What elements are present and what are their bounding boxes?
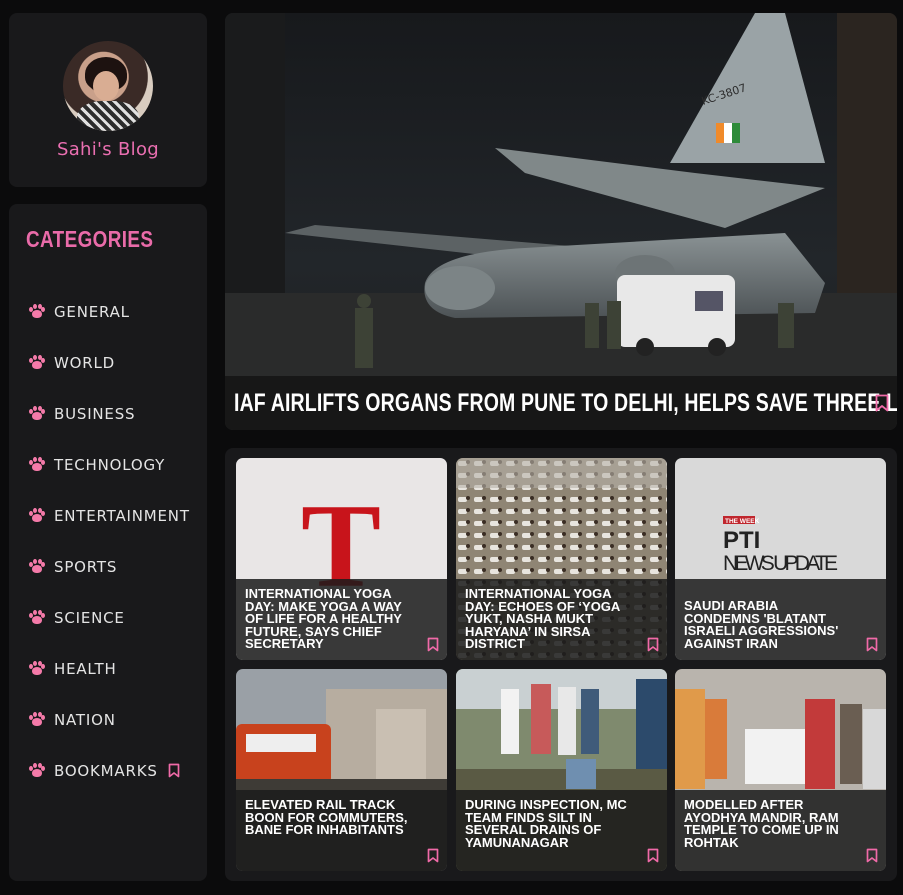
sidebar-item-general[interactable]: GENERAL <box>9 286 207 337</box>
sidebar-item-label: NATION <box>54 710 116 729</box>
article-caption: INTERNATIONAL YOGA DAY: ECHOES OF ‘YOGA … <box>456 579 667 660</box>
article-card[interactable]: THE WEEK PTI NEWS UPDATE SAUDI ARABIA CO… <box>675 458 886 660</box>
article-title: MODELLED AFTER AYODHYA MANDIR, RAM TEMPL… <box>684 797 839 850</box>
paw-icon <box>28 763 45 778</box>
sidebar-item-health[interactable]: HEALTH <box>9 643 207 694</box>
sidebar-item-label: SCIENCE <box>54 608 125 627</box>
sidebar-item-label: BOOKMARKS <box>54 761 158 780</box>
sidebar-item-sports[interactable]: SPORTS <box>9 541 207 592</box>
sidebar-item-label: HEALTH <box>54 659 117 678</box>
bookmark-icon[interactable] <box>427 848 439 863</box>
article-card[interactable]: ELEVATED RAIL TRACK BOON FOR COMMUTERS, … <box>236 669 447 871</box>
paw-icon <box>28 304 45 319</box>
article-caption: INTERNATIONAL YOGA DAY: MAKE YOGA A WAY … <box>236 579 447 660</box>
sidebar-item-nation[interactable]: NATION <box>9 694 207 745</box>
bookmark-icon[interactable] <box>647 637 659 652</box>
bookmark-icon[interactable] <box>866 848 878 863</box>
article-caption: ELEVATED RAIL TRACK BOON FOR COMMUTERS, … <box>236 790 447 871</box>
avatar-body <box>77 101 139 131</box>
thumbnail-subtitle: NEWS UPDATE <box>723 552 838 575</box>
categories-title: CATEGORIES <box>26 226 154 252</box>
sidebar-item-entertainment[interactable]: ENTERTAINMENT <box>9 490 207 541</box>
article-caption: MODELLED AFTER AYODHYA MANDIR, RAM TEMPL… <box>675 790 886 871</box>
bookmark-icon[interactable] <box>427 637 439 652</box>
sidebar-item-business[interactable]: BUSINESS <box>9 388 207 439</box>
sidebar-item-technology[interactable]: TECHNOLOGY <box>9 439 207 490</box>
sidebar-item-label: BUSINESS <box>54 404 136 423</box>
article-caption: DURING INSPECTION, MC TEAM FINDS SILT IN… <box>456 790 667 871</box>
article-grid: T INTERNATIONAL YOGA DAY: MAKE YOGA A WA… <box>225 448 897 881</box>
bookmark-icon[interactable] <box>866 637 878 652</box>
paw-icon <box>28 712 45 727</box>
article-caption: SAUDI ARABIA CONDEMNS 'BLATANT ISRAELI A… <box>675 579 886 660</box>
categories-panel: CATEGORIES GENERAL WORLD BUSINESS TECHNO… <box>9 204 207 881</box>
article-title: ELEVATED RAIL TRACK BOON FOR COMMUTERS, … <box>245 797 408 838</box>
sidebar-item-bookmarks[interactable]: BOOKMARKS <box>9 745 207 796</box>
sidebar-item-label: GENERAL <box>54 302 130 321</box>
thumbnail-label: PTI <box>723 527 760 554</box>
sidebar-item-science[interactable]: SCIENCE <box>9 592 207 643</box>
sidebar-item-label: SPORTS <box>54 557 118 576</box>
avatar[interactable] <box>63 41 153 131</box>
article-card[interactable]: DURING INSPECTION, MC TEAM FINDS SILT IN… <box>456 669 667 871</box>
paw-icon <box>28 406 45 421</box>
article-title: INTERNATIONAL YOGA DAY: MAKE YOGA A WAY … <box>245 586 402 652</box>
article-title: INTERNATIONAL YOGA DAY: ECHOES OF ‘YOGA … <box>465 586 620 652</box>
bookmark-icon <box>168 763 180 778</box>
thumbnail-brand: THE WEEK <box>725 518 760 525</box>
paw-icon <box>28 355 45 370</box>
paw-icon <box>28 661 45 676</box>
blog-name[interactable]: Sahi's Blog <box>9 139 207 160</box>
sidebar-item-world[interactable]: WORLD <box>9 337 207 388</box>
article-card[interactable]: MODELLED AFTER AYODHYA MANDIR, RAM TEMPL… <box>675 669 886 871</box>
bookmark-icon[interactable] <box>647 848 659 863</box>
avatar-face <box>93 71 119 101</box>
sidebar-item-label: WORLD <box>54 353 115 372</box>
sidebar-item-label: TECHNOLOGY <box>54 455 166 474</box>
paw-icon <box>28 610 45 625</box>
article-title: DURING INSPECTION, MC TEAM FINDS SILT IN… <box>465 797 627 850</box>
article-card[interactable]: T INTERNATIONAL YOGA DAY: MAKE YOGA A WA… <box>236 458 447 660</box>
article-card[interactable]: INTERNATIONAL YOGA DAY: ECHOES OF ‘YOGA … <box>456 458 667 660</box>
paw-icon <box>28 508 45 523</box>
paw-icon <box>28 457 45 472</box>
category-list: GENERAL WORLD BUSINESS TECHNOLOGY ENTERT… <box>9 286 207 796</box>
hero-article[interactable]: KC-3807 IAF AIRLIFTS ORGANS FROM PUNE TO… <box>225 13 897 430</box>
hero-caption: IAF AIRLIFTS ORGANS FROM PUNE TO DELHI, … <box>225 376 897 430</box>
profile-card: Sahi's Blog <box>9 13 207 187</box>
bookmark-icon[interactable] <box>875 394 889 412</box>
article-title: SAUDI ARABIA CONDEMNS 'BLATANT ISRAELI A… <box>684 598 839 651</box>
hero-image: KC-3807 <box>225 13 897 430</box>
paw-icon <box>28 559 45 574</box>
hero-title[interactable]: IAF AIRLIFTS ORGANS FROM PUNE TO DELHI, … <box>234 389 897 418</box>
sidebar-item-label: ENTERTAINMENT <box>54 506 190 525</box>
